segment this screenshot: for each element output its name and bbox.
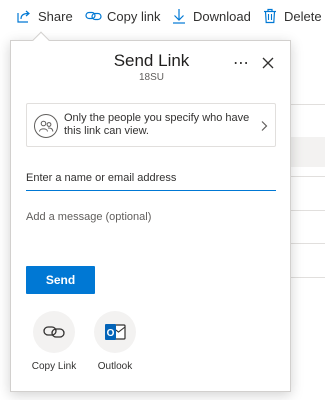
copy-link-button[interactable]: Copy link (84, 0, 160, 32)
list-divider (285, 210, 325, 211)
list-divider (285, 176, 325, 177)
download-label: Download (193, 8, 251, 24)
share-icon (15, 7, 33, 25)
chevron-right-icon (259, 119, 269, 131)
app-icon-circle: O (94, 311, 136, 353)
app-icon-circle (33, 311, 75, 353)
copy-link-app[interactable]: Copy Link (24, 311, 84, 372)
list-divider (285, 277, 325, 278)
dialog-subtitle: 18SU (138, 72, 164, 83)
svg-text:O: O (107, 328, 115, 339)
link-icon (43, 326, 65, 338)
copy-link-label: Copy link (107, 8, 161, 24)
more-options-icon[interactable]: ⋯ (233, 53, 250, 73)
outlook-icon: O (105, 324, 126, 340)
share-button[interactable]: Share (15, 0, 73, 32)
list-header (285, 137, 325, 167)
close-icon[interactable] (261, 56, 275, 70)
list-divider (285, 104, 325, 105)
outlook-app[interactable]: O Outlook (85, 311, 145, 372)
recipient-input[interactable] (26, 169, 276, 191)
link-permissions-button[interactable]: Only the people you specify who have thi… (26, 103, 276, 147)
send-button[interactable]: Send (26, 266, 95, 294)
app-label: Copy Link (31, 361, 77, 372)
message-input[interactable] (26, 211, 276, 255)
list-divider (285, 243, 325, 244)
download-icon (170, 7, 188, 25)
link-icon (84, 7, 102, 25)
send-link-dialog: Send Link 18SU ⋯ Only the people you spe… (10, 40, 291, 392)
permission-text: Only the people you specify who have thi… (64, 112, 250, 137)
delete-button[interactable]: Delete (261, 0, 322, 32)
command-bar: Share Copy link Download Delete (0, 0, 325, 32)
people-icon (34, 114, 58, 138)
share-label: Share (38, 8, 73, 24)
onedrive-page: Share Copy link Download Delete Send Lin… (0, 0, 325, 400)
delete-label: Delete (284, 8, 322, 24)
trash-icon (261, 7, 279, 25)
download-button[interactable]: Download (170, 0, 251, 32)
app-label: Outlook (97, 361, 133, 372)
